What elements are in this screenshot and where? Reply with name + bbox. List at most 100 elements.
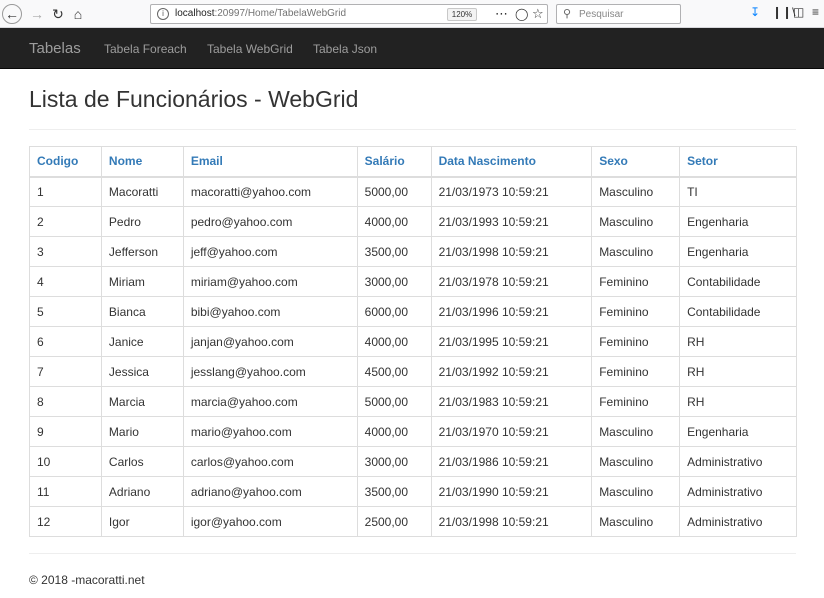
cell-data-nascimento: 21/03/1998 10:59:21 (430, 236, 593, 267)
cell-codigo: 9 (29, 416, 102, 447)
cell-sexo: Masculino (591, 416, 681, 447)
cell-sexo: Masculino (591, 506, 681, 537)
table-row: 9 Mario mario@yahoo.com 4000,00 21/03/1970 1… (29, 416, 797, 447)
url-text[interactable]: localhost:20997/Home/TabelaWebGrid (175, 8, 346, 19)
cell-sexo: Feminino (591, 296, 681, 327)
table-row: 4 Miriam miriam@yahoo.com 3000,00 21/03/1978… (29, 266, 797, 297)
cell-setor: Administrativo (679, 506, 797, 537)
cell-sexo: Feminino (591, 266, 681, 297)
url-host: localhost (175, 8, 215, 19)
column-header-setor[interactable]: Setor (679, 146, 797, 178)
cell-nome: Macoratti (100, 176, 184, 207)
column-header-data-nascimento[interactable]: Data Nascimento (430, 146, 593, 178)
cell-data-nascimento: 21/03/1993 10:59:21 (430, 206, 593, 237)
cell-nome: Bianca (100, 296, 184, 327)
cell-salario: 6000,00 (356, 296, 432, 327)
column-header-codigo[interactable]: Codigo (29, 146, 102, 178)
browser-toolbar: ← → ↻ ⌂ i localhost:20997/Home/TabelaWeb… (0, 0, 824, 28)
cell-setor: Engenharia (679, 416, 797, 447)
column-header-nome[interactable]: Nome (100, 146, 184, 178)
column-header-sexo[interactable]: Sexo (591, 146, 681, 178)
cell-data-nascimento: 21/03/1978 10:59:21 (430, 266, 593, 297)
bookmark-star-icon[interactable]: ☆ (532, 6, 544, 22)
navbar-brand[interactable]: Tabelas (29, 40, 81, 57)
library-icon[interactable]: ❙❙\ (772, 5, 795, 19)
cell-salario: 5000,00 (356, 176, 432, 207)
cell-nome: Marcia (100, 386, 184, 417)
menu-icon[interactable]: ≡ (812, 5, 819, 19)
reload-icon[interactable]: ↻ (48, 4, 68, 24)
cell-email: mario@yahoo.com (182, 416, 358, 447)
cell-codigo: 12 (29, 506, 102, 537)
table-row: 7 Jessica jesslang@yahoo.com 4500,00 21/03/1… (29, 356, 797, 387)
cell-data-nascimento: 21/03/1995 10:59:21 (430, 326, 593, 357)
forward-arrow-icon[interactable]: → (27, 4, 47, 24)
cell-nome: Carlos (100, 446, 184, 477)
search-input[interactable]: ⚲ Pesquisar (556, 4, 681, 24)
zoom-level-button[interactable]: 120% (447, 8, 477, 21)
pocket-icon[interactable]: ◯ (515, 7, 528, 21)
cell-email: jeff@yahoo.com (182, 236, 358, 267)
cell-salario: 5000,00 (356, 386, 432, 417)
cell-codigo: 3 (29, 236, 102, 267)
table-row: 5 Bianca bibi@yahoo.com 6000,00 21/03/1996 1… (29, 296, 797, 327)
back-arrow-icon[interactable]: ← (2, 4, 22, 24)
cell-email: macoratti@yahoo.com (182, 176, 358, 207)
sidebar-icon[interactable]: ◫ (793, 5, 804, 19)
cell-sexo: Feminino (591, 356, 681, 387)
cell-email: pedro@yahoo.com (182, 206, 358, 237)
cell-nome: Miriam (100, 266, 184, 297)
table-row: 12 Igor igor@yahoo.com 2500,00 21/03/1998 10… (29, 506, 797, 537)
cell-nome: Adriano (100, 476, 184, 507)
cell-codigo: 2 (29, 206, 102, 237)
cell-email: adriano@yahoo.com (182, 476, 358, 507)
search-icon: ⚲ (563, 8, 572, 20)
cell-data-nascimento: 21/03/1970 10:59:21 (430, 416, 593, 447)
footer-divider (29, 553, 796, 554)
column-header-salario[interactable]: Salário (356, 146, 432, 178)
cell-salario: 4500,00 (356, 356, 432, 387)
cell-setor: RH (679, 326, 797, 357)
table-row: 11 Adriano adriano@yahoo.com 3500,00 21/03/1… (29, 476, 797, 507)
cell-email: janjan@yahoo.com (182, 326, 358, 357)
cell-data-nascimento: 21/03/1986 10:59:21 (430, 446, 593, 477)
cell-setor: Engenharia (679, 236, 797, 267)
cell-email: bibi@yahoo.com (182, 296, 358, 327)
cell-nome: Janice (100, 326, 184, 357)
cell-setor: Administrativo (679, 476, 797, 507)
cell-setor: RH (679, 356, 797, 387)
nav-link-tabela-webgrid[interactable]: Tabela WebGrid (207, 42, 293, 56)
cell-setor: Administrativo (679, 446, 797, 477)
cell-setor: RH (679, 386, 797, 417)
more-actions-icon[interactable]: ⋯ (495, 6, 508, 22)
cell-salario: 3500,00 (356, 476, 432, 507)
cell-salario: 3000,00 (356, 266, 432, 297)
cell-salario: 2500,00 (356, 506, 432, 537)
cell-setor: Contabilidade (679, 266, 797, 297)
url-bar[interactable]: i localhost:20997/Home/TabelaWebGrid 120… (150, 4, 548, 24)
cell-nome: Mario (100, 416, 184, 447)
column-header-email[interactable]: Email (182, 146, 358, 178)
cell-data-nascimento: 21/03/1992 10:59:21 (430, 356, 593, 387)
nav-link-tabela-json[interactable]: Tabela Json (313, 42, 377, 56)
cell-nome: Pedro (100, 206, 184, 237)
cell-codigo: 11 (29, 476, 102, 507)
navbar: Tabelas Tabela Foreach Tabela WebGrid Ta… (0, 28, 824, 69)
table-row: 2 Pedro pedro@yahoo.com 4000,00 21/03/1993 1… (29, 206, 797, 237)
cell-nome: Jefferson (100, 236, 184, 267)
download-icon[interactable]: ↧ (750, 5, 760, 19)
cell-salario: 4000,00 (356, 206, 432, 237)
table-row: 3 Jefferson jeff@yahoo.com 3500,00 21/03/199… (29, 236, 797, 267)
home-icon[interactable]: ⌂ (68, 4, 88, 24)
footer-text: © 2018 -macoratti.net (29, 573, 145, 587)
cell-sexo: Masculino (591, 176, 681, 207)
table-row: 1 Macoratti macoratti@yahoo.com 5000,00 21/0… (29, 176, 797, 207)
cell-setor: Engenharia (679, 206, 797, 237)
nav-link-tabela-foreach[interactable]: Tabela Foreach (104, 42, 187, 56)
cell-email: carlos@yahoo.com (182, 446, 358, 477)
cell-codigo: 4 (29, 266, 102, 297)
cell-sexo: Feminino (591, 326, 681, 357)
info-icon[interactable]: i (157, 8, 169, 20)
cell-email: marcia@yahoo.com (182, 386, 358, 417)
table-header-row: Codigo Nome Email Salário Data Nasciment… (29, 146, 797, 178)
